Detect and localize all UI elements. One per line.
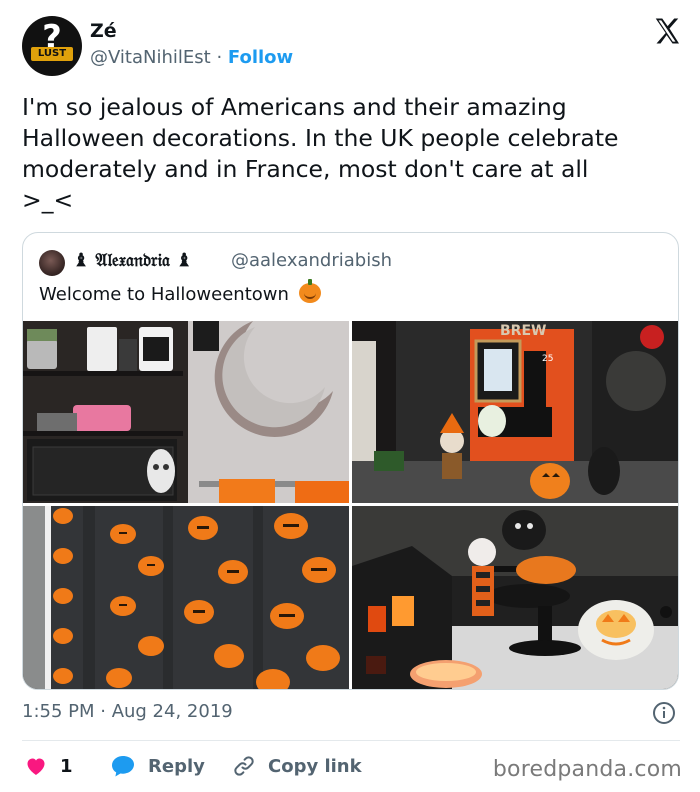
quoted-avatar[interactable] <box>39 250 65 276</box>
follow-button[interactable]: Follow <box>228 47 293 68</box>
tweet-header: ? LUST Zé @VitaNihilEst · Follow <box>22 16 682 78</box>
tweet-text: I'm so jealous of Americans and their am… <box>22 92 682 216</box>
divider <box>22 740 680 741</box>
like-count: 1 <box>60 755 73 777</box>
copy-link-button[interactable]: Copy link <box>232 752 362 780</box>
avatar-badge: LUST <box>31 47 73 61</box>
info-icon[interactable] <box>652 701 676 725</box>
x-logo-icon[interactable] <box>652 16 682 46</box>
like-button[interactable]: 1 <box>24 752 73 780</box>
author-handle[interactable]: @VitaNihilEst <box>90 47 211 68</box>
tweet-line: Halloween decorations. In the UK people … <box>22 124 619 152</box>
author-handle-row: @VitaNihilEst · Follow <box>90 47 293 68</box>
photo-table-decor[interactable] <box>352 506 679 690</box>
author-avatar[interactable]: ? LUST <box>22 16 82 76</box>
separator-dot: · <box>216 47 223 68</box>
tweet-line: I'm so jealous of Americans and their am… <box>22 93 567 121</box>
copy-link-label: Copy link <box>268 755 362 777</box>
quoted-author-name[interactable]: ♝ 𝔄𝔩𝔢𝔵𝔞𝔫𝔡𝔯𝔦𝔞 ♝ <box>73 250 192 271</box>
quoted-text-content: Welcome to Halloweentown <box>39 284 289 305</box>
photo-pumpkin-curtain[interactable] <box>23 506 349 690</box>
photo-grid: BREW 25 <box>23 321 679 690</box>
reply-label: Reply <box>148 755 205 777</box>
photo-bathroom-shelf[interactable] <box>23 321 349 503</box>
svg-text:25: 25 <box>542 354 553 364</box>
svg-text:BREW: BREW <box>500 323 546 339</box>
reply-button[interactable]: Reply <box>110 752 205 780</box>
photo-spooky-shelf[interactable]: BREW 25 <box>352 321 679 503</box>
heart-icon <box>27 758 45 775</box>
quoted-text: Welcome to Halloweentown <box>39 279 321 305</box>
pumpkin-emoji-icon <box>298 279 321 303</box>
quoted-tweet[interactable]: ♝ 𝔄𝔩𝔢𝔵𝔞𝔫𝔡𝔯𝔦𝔞 ♝ @aalexandriabish Welcome … <box>22 232 679 690</box>
watermark: boredpanda.com <box>492 757 682 782</box>
author-name[interactable]: Zé <box>90 20 117 42</box>
reply-bubble-icon <box>112 756 134 777</box>
link-icon <box>234 756 254 776</box>
tweet-line: >_< <box>22 186 74 214</box>
tweet-line: moderately and in France, most don't car… <box>22 155 589 183</box>
quoted-author-handle[interactable]: @aalexandriabish <box>231 250 392 271</box>
tweet-timestamp[interactable]: 1:55 PM · Aug 24, 2019 <box>22 701 233 722</box>
